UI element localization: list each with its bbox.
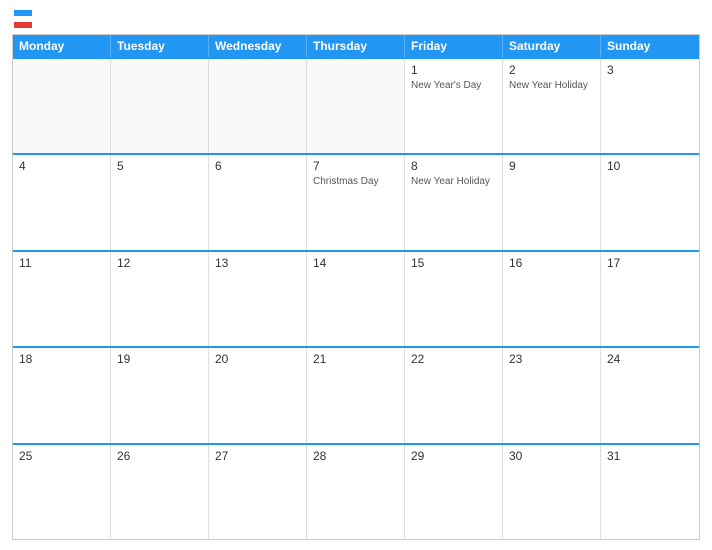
day-number: 17 [607,256,693,270]
cal-cell [13,59,111,153]
day-number: 12 [117,256,202,270]
cal-cell: 21 [307,348,405,442]
weekday-header-friday: Friday [405,35,503,57]
cal-cell: 14 [307,252,405,346]
day-number: 31 [607,449,693,463]
cal-cell: 12 [111,252,209,346]
cal-cell: 6 [209,155,307,249]
day-number: 19 [117,352,202,366]
cal-cell: 23 [503,348,601,442]
cal-cell: 3 [601,59,699,153]
day-number: 25 [19,449,104,463]
day-number: 3 [607,63,693,77]
cal-cell: 31 [601,445,699,539]
weekday-header-tuesday: Tuesday [111,35,209,57]
day-number: 15 [411,256,496,270]
cal-cell: 5 [111,155,209,249]
cal-cell: 24 [601,348,699,442]
cal-cell: 20 [209,348,307,442]
cal-cell: 1 New Year's Day [405,59,503,153]
day-number: 28 [313,449,398,463]
cal-cell: 13 [209,252,307,346]
cal-cell: 19 [111,348,209,442]
cal-cell: 30 [503,445,601,539]
cal-cell: 8 New Year Holiday [405,155,503,249]
cal-cell [111,59,209,153]
weekday-header-sunday: Sunday [601,35,699,57]
day-number: 29 [411,449,496,463]
calendar-header-row: MondayTuesdayWednesdayThursdayFridaySatu… [13,35,699,57]
week-row-3: 11 12 13 14 15 16 17 [13,250,699,346]
weekday-header-thursday: Thursday [307,35,405,57]
cal-cell: 4 [13,155,111,249]
week-row-2: 4567 Christmas Day 8 New Year Holiday 9 10 [13,153,699,249]
day-event: New Year's Day [411,79,496,92]
logo-flag-icon [14,10,32,28]
weekday-header-wednesday: Wednesday [209,35,307,57]
day-number: 26 [117,449,202,463]
cal-cell [307,59,405,153]
day-number: 11 [19,256,104,270]
day-number: 7 [313,159,398,173]
cal-cell: 27 [209,445,307,539]
cal-cell: 22 [405,348,503,442]
cal-cell: 7 Christmas Day [307,155,405,249]
day-number: 6 [215,159,300,173]
cal-cell: 11 [13,252,111,346]
day-number: 23 [509,352,594,366]
day-number: 27 [215,449,300,463]
cal-cell: 10 [601,155,699,249]
day-number: 10 [607,159,693,173]
weekday-header-monday: Monday [13,35,111,57]
calendar-body: 1 New Year's Day 2 New Year Holiday 3 4567 Chr… [13,57,699,539]
cal-cell: 29 [405,445,503,539]
day-number: 9 [509,159,594,173]
day-event: New Year Holiday [509,79,594,92]
day-number: 1 [411,63,496,77]
day-event: Christmas Day [313,175,398,188]
weekday-header-saturday: Saturday [503,35,601,57]
cal-cell: 9 [503,155,601,249]
day-number: 22 [411,352,496,366]
day-number: 2 [509,63,594,77]
cal-cell: 25 [13,445,111,539]
page: MondayTuesdayWednesdayThursdayFridaySatu… [0,0,712,550]
day-number: 30 [509,449,594,463]
calendar: MondayTuesdayWednesdayThursdayFridaySatu… [12,34,700,540]
day-number: 5 [117,159,202,173]
cal-cell: 17 [601,252,699,346]
logo [12,10,32,28]
cal-cell: 15 [405,252,503,346]
cal-cell: 26 [111,445,209,539]
day-event: New Year Holiday [411,175,496,188]
week-row-5: 25 26 27 28 29 30 31 [13,443,699,539]
day-number: 4 [19,159,104,173]
day-number: 24 [607,352,693,366]
header [12,10,700,28]
day-number: 21 [313,352,398,366]
cal-cell: 16 [503,252,601,346]
day-number: 13 [215,256,300,270]
day-number: 16 [509,256,594,270]
cal-cell [209,59,307,153]
day-number: 14 [313,256,398,270]
day-number: 8 [411,159,496,173]
cal-cell: 28 [307,445,405,539]
week-row-4: 18 19 20 21 22 23 24 [13,346,699,442]
day-number: 18 [19,352,104,366]
cal-cell: 18 [13,348,111,442]
week-row-1: 1 New Year's Day 2 New Year Holiday 3 [13,57,699,153]
cal-cell: 2 New Year Holiday [503,59,601,153]
day-number: 20 [215,352,300,366]
